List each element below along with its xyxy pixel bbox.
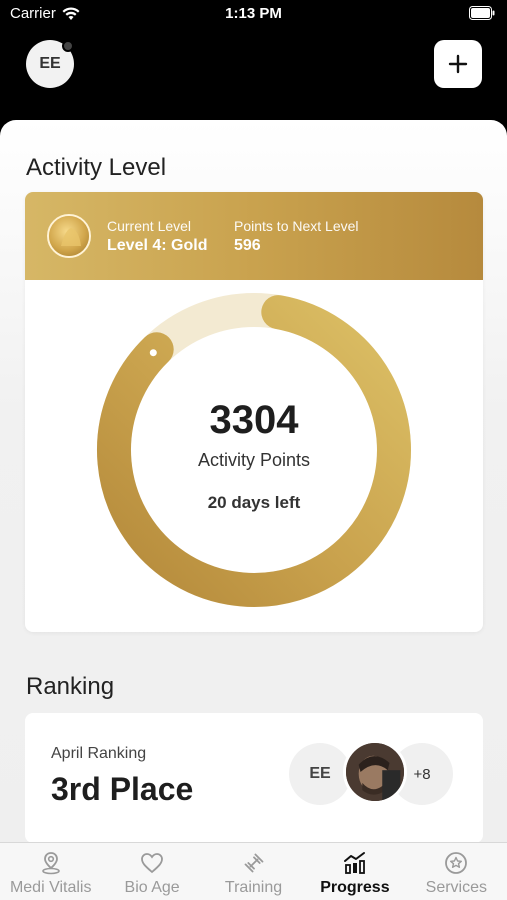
days-left: 20 days left — [207, 493, 301, 512]
main-sheet: Activity Level Current Level Level 4: Go… — [0, 120, 507, 842]
activity-points-value: 3304 — [209, 398, 299, 442]
ring-end-dot — [149, 349, 157, 357]
tab-training[interactable]: Training — [203, 843, 304, 900]
points-next-label: Points to Next Level — [234, 218, 359, 234]
ranking-card[interactable]: April Ranking 3rd Place +8 EE — [25, 713, 483, 842]
tab-label: Bio Age — [124, 879, 180, 896]
activity-ring: 3304 Activity Points 20 days left — [25, 280, 483, 632]
plus-icon — [448, 54, 468, 74]
current-level-value: Level 4: Gold — [107, 237, 208, 254]
avatar-initials: EE — [39, 55, 61, 72]
chart-icon — [343, 852, 365, 874]
tab-label: Progress — [320, 879, 390, 896]
activity-level-title: Activity Level — [26, 154, 167, 181]
status-time: 1:13 PM — [225, 5, 282, 22]
participant-photo-avatar[interactable] — [343, 740, 407, 804]
points-next-level: Points to Next Level 596 — [234, 218, 359, 255]
gold-medal-icon — [47, 214, 91, 258]
tab-services[interactable]: Services — [406, 843, 507, 900]
ranking-month: April Ranking — [51, 745, 147, 762]
heart-icon — [141, 853, 164, 874]
status-bar: Carrier 1:13 PM — [0, 0, 507, 28]
activity-points-label: Activity Points — [197, 450, 311, 470]
star-badge-icon — [445, 852, 468, 874]
activity-card[interactable]: Current Level Level 4: Gold Points to Ne… — [25, 192, 483, 632]
ranking-user-avatar[interactable]: EE — [289, 743, 351, 805]
location-pin-icon — [41, 852, 60, 875]
tab-bio-age[interactable]: Bio Age — [101, 843, 202, 900]
add-button[interactable] — [434, 40, 482, 88]
points-next-value: 596 — [234, 237, 261, 254]
tab-label: Medi Vitalis — [9, 879, 92, 896]
tab-medi-vitalis[interactable]: Medi Vitalis — [0, 843, 101, 900]
current-level-label: Current Level — [107, 218, 192, 234]
battery-icon — [469, 6, 495, 20]
tab-label: Training — [224, 879, 283, 896]
tab-progress[interactable]: Progress — [304, 843, 405, 900]
profile-avatar[interactable]: EE — [26, 40, 74, 88]
tab-bar: Medi Vitalis Bio Age Training Progress S… — [0, 842, 507, 900]
dumbbell-icon — [244, 853, 263, 873]
ranking-title: Ranking — [26, 673, 115, 700]
notification-dot — [62, 40, 74, 52]
level-banner: Current Level Level 4: Gold Points to Ne… — [25, 192, 483, 280]
current-level: Current Level Level 4: Gold — [107, 218, 207, 255]
ranking-place: 3rd Place — [51, 771, 194, 807]
tab-label: Services — [425, 879, 487, 896]
